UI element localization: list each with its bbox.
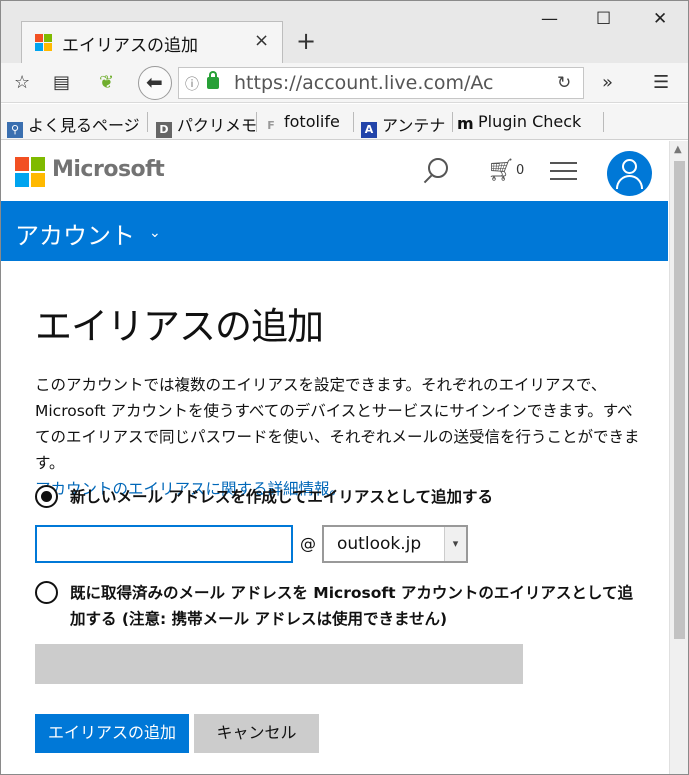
domain-select[interactable]: outlook.jp ▾	[322, 525, 468, 563]
reload-icon[interactable]: ↻	[557, 73, 571, 93]
bookmark-item[interactable]: D パクリメモ	[156, 112, 257, 138]
add-alias-button[interactable]: エイリアスの追加	[35, 714, 189, 753]
navigation-toolbar: ☆ ▤ ❦ ⬅ ⓘ https://account.live.com/Ac ↻ …	[1, 63, 688, 103]
description: このアカウントでは複数のエイリアスを設定できます。それぞれのエイリアスで、Mic…	[35, 372, 645, 502]
back-button[interactable]: ⬅	[138, 66, 172, 100]
bookmark-item[interactable]: A アンテナ	[361, 112, 445, 138]
browser-window: エイリアスの追加 × + — ☐ ✕ ☆ ▤ ❦ ⬅ ⓘ https://acc…	[0, 0, 689, 775]
account-nav-bar[interactable]: アカウント ⌄	[1, 201, 668, 261]
maximize-icon[interactable]: ☐	[596, 9, 611, 29]
domain-selected-value: outlook.jp	[337, 534, 422, 554]
user-icon	[622, 159, 637, 174]
chevron-down-icon[interactable]: ⌄	[149, 225, 161, 241]
new-tab-icon[interactable]: +	[296, 27, 316, 55]
hamburger-menu-icon[interactable]	[550, 162, 577, 186]
back-arrow-icon: ⬅	[146, 70, 163, 94]
url-bar[interactable]: ⓘ https://account.live.com/Ac ↻	[178, 67, 584, 99]
cart-count: 0	[516, 163, 525, 178]
at-sign: @	[300, 534, 316, 553]
leaf-icon[interactable]: ❦	[99, 72, 114, 93]
f-favicon-icon: F	[267, 119, 275, 132]
bookmarks-bar: ⚲ よく見るページ D パクリメモ Ffotolife A アンテナ m Plugin …	[1, 104, 688, 140]
microsoft-favicon-icon	[35, 34, 52, 51]
scrollbar[interactable]: ▲	[669, 141, 688, 774]
email-field[interactable]	[35, 525, 293, 563]
radio-existing-address[interactable]	[35, 581, 58, 604]
microsoft-logo-icon[interactable]	[15, 157, 45, 187]
bookmark-item[interactable]: Ffotolife	[263, 112, 340, 134]
star-icon[interactable]: ☆	[14, 72, 30, 93]
minimize-icon[interactable]: —	[541, 9, 558, 29]
account-menu-title[interactable]: アカウント	[15, 216, 135, 251]
url-text[interactable]: https://account.live.com/Ac	[234, 72, 534, 94]
cart-icon[interactable]: 🛒︎	[487, 158, 515, 183]
tab-title: エイリアスの追加	[62, 36, 198, 56]
scroll-thumb[interactable]	[674, 161, 685, 639]
reader-icon[interactable]: ▤	[53, 72, 70, 93]
chevron-down-icon[interactable]: ▾	[444, 527, 466, 561]
option-new-label[interactable]: 新しいメール アドレスを作成してエイリアスとして追加する	[70, 484, 493, 510]
scroll-up-icon[interactable]: ▲	[674, 144, 682, 155]
title-bar: エイリアスの追加 × + — ☐ ✕	[1, 1, 688, 63]
option-existing-label[interactable]: 既に取得済みのメール アドレスを Microsoft アカウントのエイリアスとし…	[70, 580, 640, 632]
site-header: Microsoft 🛒︎ 0	[1, 141, 668, 201]
info-icon[interactable]: ⓘ	[185, 74, 199, 94]
tab-close-icon[interactable]: ×	[254, 30, 269, 51]
search-icon[interactable]	[428, 158, 448, 178]
bookmark-item[interactable]: m Plugin Check	[457, 112, 581, 132]
page-title: エイリアスの追加	[35, 305, 324, 348]
description-text: このアカウントでは複数のエイリアスを設定できます。それぞれのエイリアスで、Mic…	[35, 376, 640, 472]
magnifier-icon: ⚲	[7, 122, 23, 138]
browser-tab[interactable]: エイリアスの追加 ×	[21, 21, 283, 63]
a-favicon-icon: A	[361, 122, 377, 138]
lock-icon	[207, 71, 219, 89]
bookmark-item[interactable]: ⚲ よく見るページ	[7, 112, 140, 138]
overflow-icon[interactable]: »	[602, 72, 613, 93]
brand-name[interactable]: Microsoft	[52, 157, 165, 182]
existing-email-field	[35, 644, 523, 684]
radio-new-address[interactable]	[35, 485, 58, 508]
page-content: Microsoft 🛒︎ 0 アカウント ⌄ エイリアスの追加 このアカウントで…	[1, 141, 668, 774]
window-close-icon[interactable]: ✕	[653, 9, 667, 29]
m-favicon-icon: m	[457, 114, 474, 133]
cancel-button[interactable]: キャンセル	[194, 714, 319, 753]
avatar[interactable]	[607, 151, 652, 196]
d-favicon-icon: D	[156, 122, 172, 138]
menu-icon[interactable]: ☰	[653, 72, 669, 93]
